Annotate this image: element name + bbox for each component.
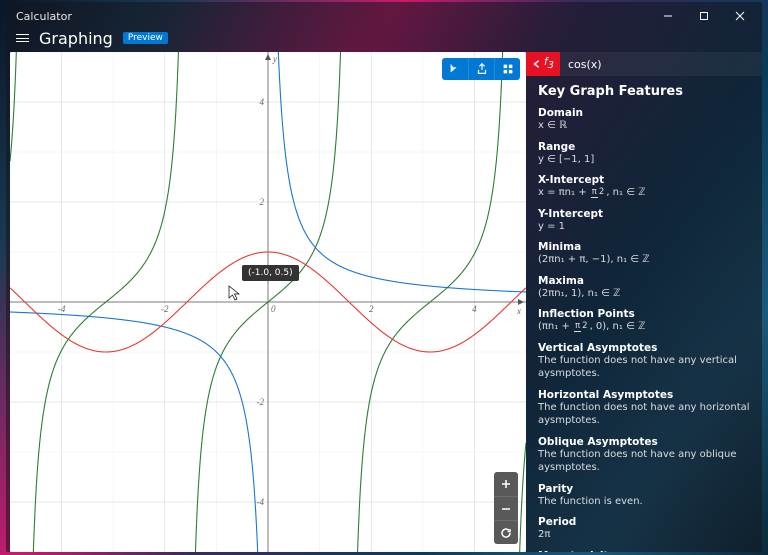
reset-view-button[interactable] <box>494 520 518 544</box>
feature-value: x = πn₁ + π2, n₁ ∈ ℤ <box>538 186 750 200</box>
title-bar: Calculator <box>6 2 762 30</box>
feature-title: X-Intercept <box>538 174 750 186</box>
feature-item: Minima(2πn₁ + π, −1), n₁ ∈ ℤ <box>538 241 750 267</box>
feature-value: y ∈ [−1, 1] <box>538 153 750 167</box>
content-area: (-1.0, 0.5) f3 cos(x) Key Graph Features… <box>6 52 762 552</box>
feature-title: Y-Intercept <box>538 208 750 220</box>
preview-badge: Preview <box>123 32 168 44</box>
feature-item: Maxima(2πn₁, 1), n₁ ∈ ℤ <box>538 275 750 301</box>
function-header: f3 cos(x) <box>526 52 762 76</box>
graph-toolbar <box>442 58 520 80</box>
window-title: Calculator <box>16 10 650 23</box>
feature-title: Parity <box>538 483 750 495</box>
feature-item: Inflection Points(πn₁ + π2, 0), n₁ ∈ ℤ <box>538 308 750 334</box>
features-list: Domainx ∈ ℝRangey ∈ [−1, 1]X-Interceptx … <box>538 107 750 552</box>
window-controls <box>650 2 758 30</box>
feature-item: X-Interceptx = πn₁ + π2, n₁ ∈ ℤ <box>538 174 750 200</box>
close-button[interactable] <box>722 2 758 30</box>
feature-title: Range <box>538 141 750 153</box>
feature-item: Rangey ∈ [−1, 1] <box>538 141 750 167</box>
feature-title: Horizontal Asymptotes <box>538 389 750 401</box>
feature-value: x ∈ ℝ <box>538 119 750 133</box>
feature-value: The function does not have any horizonta… <box>538 401 750 428</box>
feature-title: Period <box>538 516 750 528</box>
feature-item: ParityThe function is even. <box>538 483 750 509</box>
zoom-out-button[interactable] <box>494 496 518 520</box>
feature-value: y = 1 <box>538 220 750 234</box>
share-button[interactable] <box>468 58 494 80</box>
feature-value: (πn₁ + π2, 0), n₁ ∈ ℤ <box>538 320 750 334</box>
feature-item: Monotonicity(2πn₁ + π, 2πn₁ + 2π), n₁ ∈ … <box>538 550 750 553</box>
feature-value: The function does not have any oblique a… <box>538 448 750 475</box>
mode-header: Graphing Preview <box>6 30 762 52</box>
zoom-in-button[interactable] <box>494 472 518 496</box>
feature-value: The function is even. <box>538 495 750 509</box>
feature-item: Period2π <box>538 516 750 542</box>
feature-value: (2πn₁ + π, −1), n₁ ∈ ℤ <box>538 253 750 267</box>
minimize-button[interactable] <box>650 2 686 30</box>
feature-item: Domainx ∈ ℝ <box>538 107 750 133</box>
feature-item: Oblique AsymptotesThe function does not … <box>538 436 750 475</box>
feature-item: Y-Intercepty = 1 <box>538 208 750 234</box>
features-panel: f3 cos(x) Key Graph Features Domainx ∈ ℝ… <box>526 52 762 552</box>
graph-area[interactable]: (-1.0, 0.5) <box>10 52 526 552</box>
feature-value: (2πn₁, 1), n₁ ∈ ℤ <box>538 287 750 301</box>
feature-item: Horizontal AsymptotesThe function does n… <box>538 389 750 428</box>
mode-label: Graphing <box>39 29 113 48</box>
feature-title: Monotonicity <box>538 550 750 553</box>
maximize-button[interactable] <box>686 2 722 30</box>
app-window: Calculator Graphing Preview <box>6 2 762 552</box>
function-symbol: f3 <box>544 56 554 71</box>
feature-value: 2π <box>538 528 750 542</box>
features-heading: Key Graph Features <box>538 84 750 99</box>
feature-title: Domain <box>538 107 750 119</box>
feature-title: Minima <box>538 241 750 253</box>
feature-title: Maxima <box>538 275 750 287</box>
function-expression: cos(x) <box>560 52 762 76</box>
feature-title: Vertical Asymptotes <box>538 342 750 354</box>
feature-item: Vertical AsymptotesThe function does not… <box>538 342 750 381</box>
graph-options-button[interactable] <box>494 58 520 80</box>
feature-title: Oblique Asymptotes <box>538 436 750 448</box>
menu-icon[interactable] <box>16 34 29 42</box>
zoom-controls <box>494 472 518 544</box>
back-button[interactable]: f3 <box>526 52 560 76</box>
feature-title: Inflection Points <box>538 308 750 320</box>
feature-value: The function does not have any vertical … <box>538 354 750 381</box>
trace-tool-button[interactable] <box>442 58 468 80</box>
